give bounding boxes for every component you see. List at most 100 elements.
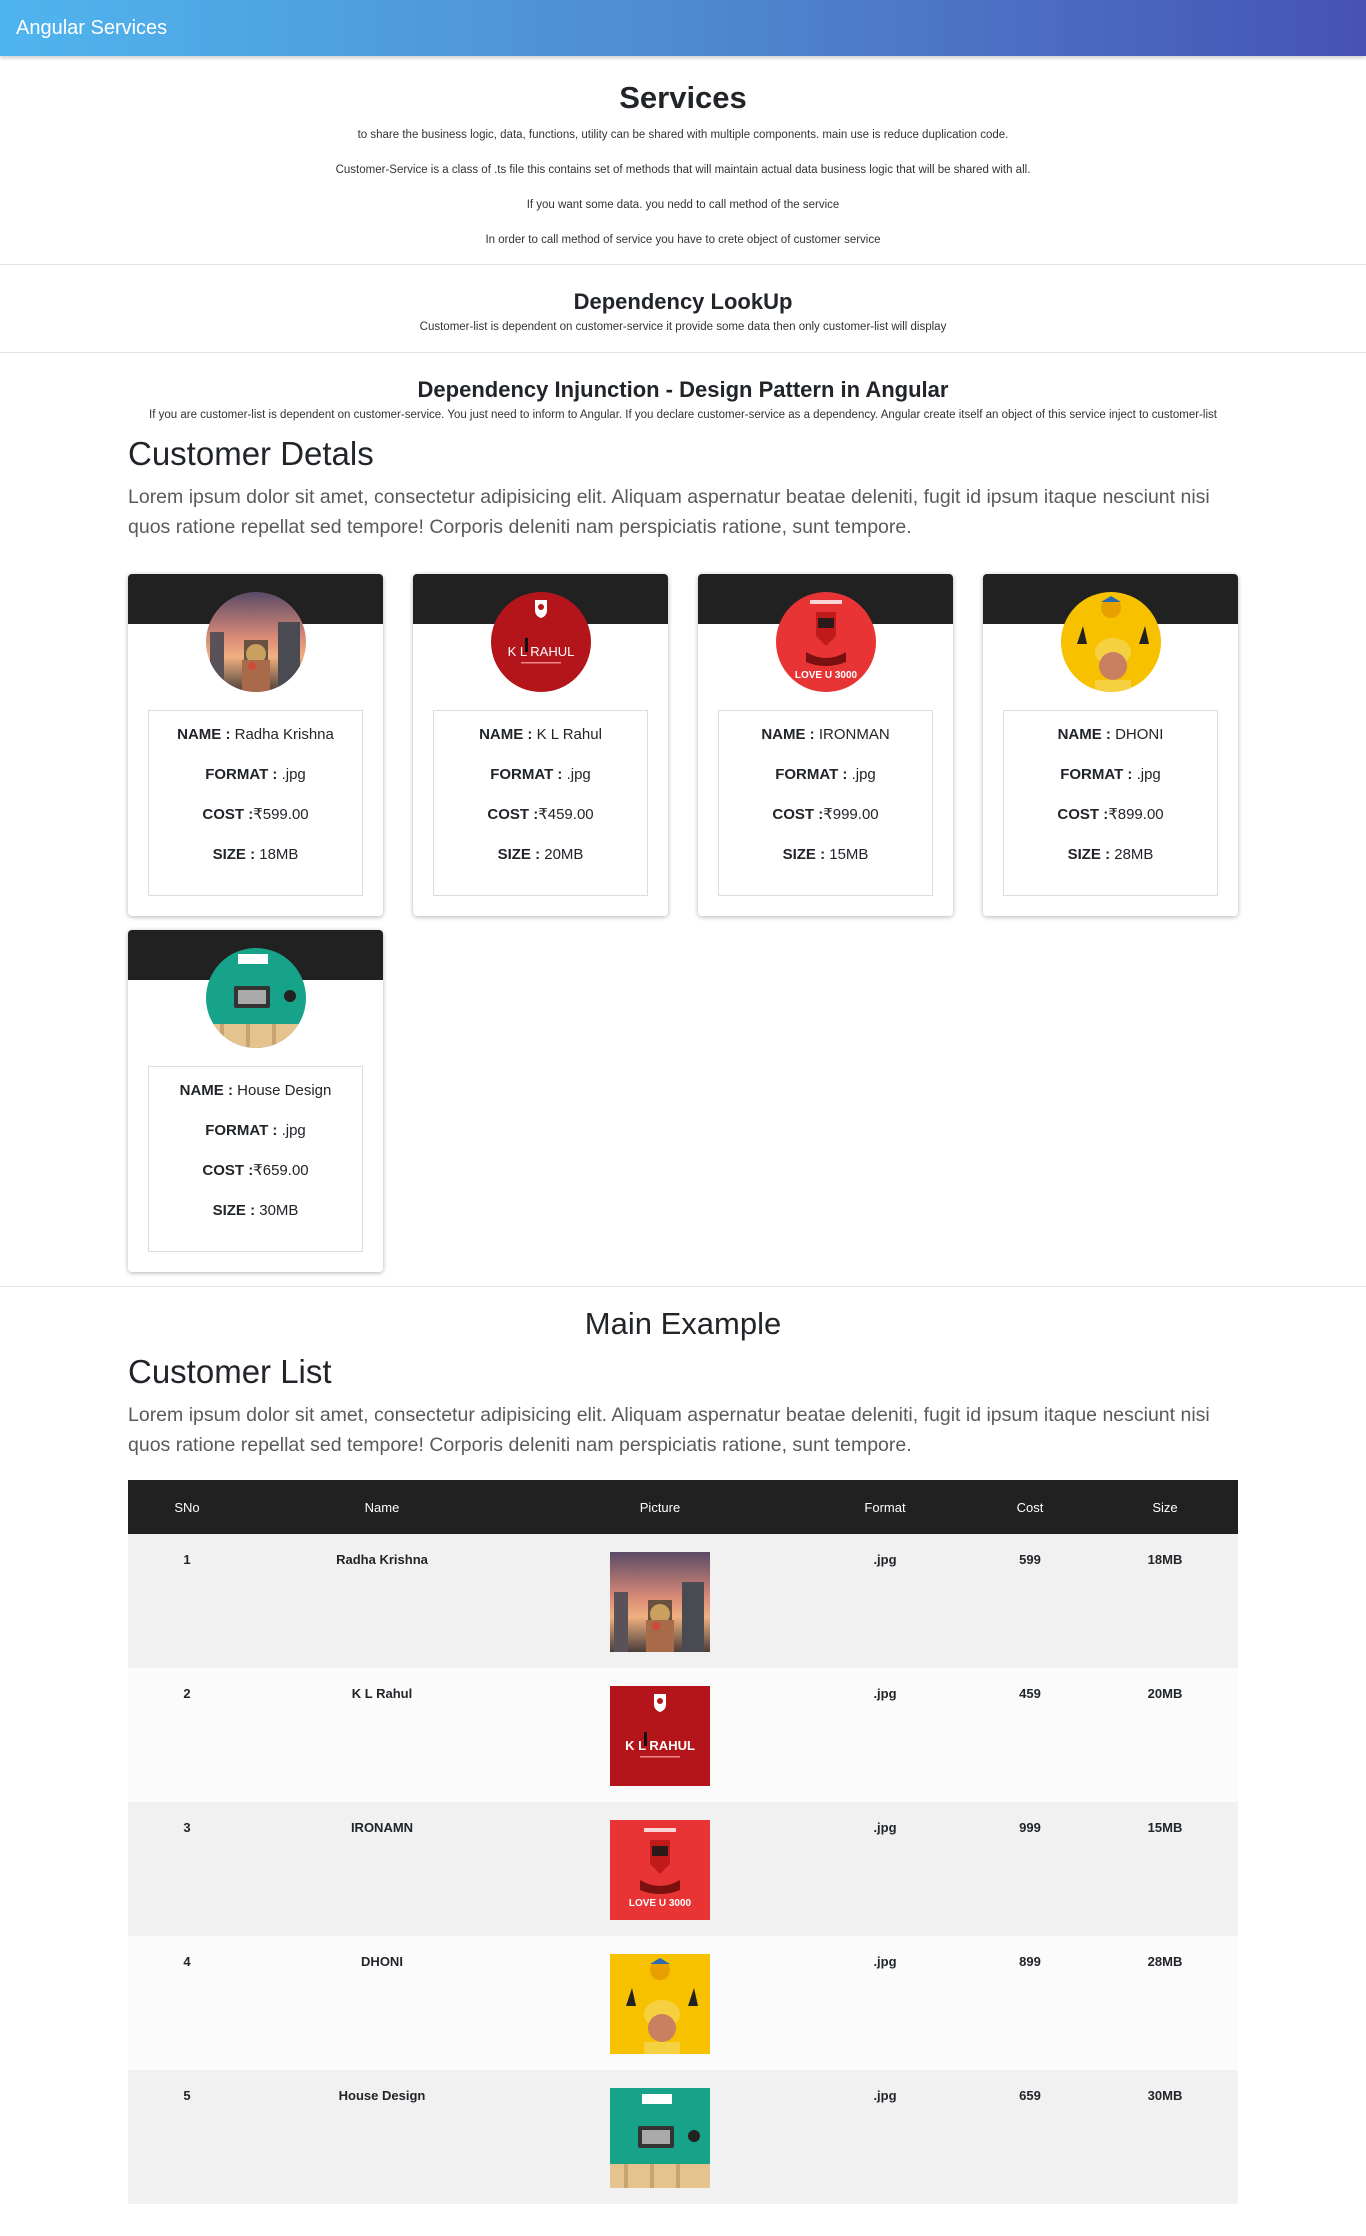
temple-sunset-thumbnail — [610, 1552, 710, 1652]
cell-cost: 899 — [1019, 1954, 1041, 1969]
column-header-name: Name — [246, 1480, 518, 1534]
table-row: 3 IRONAMN LOVE U 3000 .jpg 999 15MB — [128, 1802, 1238, 1936]
temple-sunset-image — [610, 1552, 710, 1652]
name-label: NAME : — [177, 726, 231, 743]
column-header-format: Format — [802, 1480, 968, 1534]
cell-sno: 5 — [183, 2088, 191, 2103]
cost-label: COST : — [487, 806, 539, 823]
customer-list: Customer List Lorem ipsum dolor sit amet… — [128, 1352, 1238, 2204]
cell-picture: LOVE U 3000 — [518, 1802, 802, 1936]
cost-label: COST : — [202, 1162, 254, 1179]
cell-picture — [518, 1534, 802, 1668]
card-format: .jpg — [281, 1122, 306, 1139]
size-label: SIZE : — [782, 846, 826, 863]
column-header-picture: Picture — [518, 1480, 802, 1534]
card-info: NAME : K L Rahul FORMAT : .jpg COST :₹45… — [433, 710, 648, 896]
card-cost: ₹659.00 — [253, 1162, 309, 1179]
name-label: NAME : — [479, 726, 533, 743]
cell-cost: 599 — [1019, 1552, 1041, 1567]
kl-rahul-poster-image: K L RAHUL — [491, 592, 591, 692]
cell-format: .jpg — [873, 1552, 897, 1567]
services-line: In order to call method of service you h… — [485, 234, 881, 246]
card-grid: NAME : Radha Krishna FORMAT : .jpg COST … — [128, 574, 1238, 1272]
cell-cost: 999 — [1019, 1820, 1041, 1835]
cell-size: 30MB — [1147, 2088, 1183, 2103]
cell-picture: K L RAHUL — [518, 1668, 802, 1802]
card-info: NAME : House Design FORMAT : .jpg COST :… — [148, 1066, 363, 1252]
cell-format: .jpg — [873, 1954, 897, 1969]
card-info: NAME : Radha Krishna FORMAT : .jpg COST … — [148, 710, 363, 896]
house-design-thumbnail — [610, 2088, 710, 2188]
cell-picture — [518, 1936, 802, 2070]
format-label: FORMAT : — [1060, 766, 1133, 783]
format-label: FORMAT : — [775, 766, 848, 783]
app-title[interactable]: Angular Services — [16, 17, 167, 40]
cell-format: .jpg — [873, 2088, 897, 2103]
card-size: 18MB — [259, 846, 299, 863]
temple-sunset-avatar — [206, 592, 306, 692]
cost-label: COST : — [772, 806, 824, 823]
kl-rahul-poster-text: K L RAHUL — [625, 1738, 695, 1753]
ironman-avatar: LOVE U 3000 — [776, 592, 876, 692]
size-label: SIZE : — [212, 846, 256, 863]
cell-size: 20MB — [1147, 1686, 1183, 1701]
table-row: 2 K L Rahul K L RAHUL .jpg 459 20MB — [128, 1668, 1238, 1802]
customer-card: NAME : House Design FORMAT : .jpg COST :… — [128, 930, 383, 1272]
cell-size: 15MB — [1147, 1820, 1183, 1835]
cell-format: .jpg — [873, 1686, 897, 1701]
kl-rahul-poster-text: K L RAHUL — [508, 644, 575, 659]
cell-sno: 1 — [183, 1552, 191, 1567]
ironman-love-poster-image: LOVE U 3000 — [610, 1820, 710, 1920]
house-design-avatar — [206, 948, 306, 1048]
cost-label: COST : — [202, 806, 254, 823]
main-example-heading: Main Example — [584, 1306, 782, 1341]
ironman-love-poster-image: LOVE U 3000 — [776, 592, 876, 692]
card-cost: ₹459.00 — [538, 806, 594, 823]
house-design-image — [206, 948, 306, 1048]
cost-label: COST : — [1057, 806, 1109, 823]
cell-cost: 459 — [1019, 1686, 1041, 1701]
card-size: 20MB — [544, 846, 584, 863]
cell-sno: 3 — [183, 1820, 191, 1835]
dhoni-csk-poster-image — [1061, 592, 1161, 692]
card-name: DHONI — [1115, 726, 1164, 743]
customer-list-heading: Customer List — [128, 1353, 332, 1390]
customer-card: NAME : Radha Krishna FORMAT : .jpg COST … — [128, 574, 383, 916]
cell-cost: 659 — [1019, 2088, 1041, 2103]
dhoni-csk-poster-image — [610, 1954, 710, 2054]
cell-size: 18MB — [1147, 1552, 1183, 1567]
card-cost: ₹999.00 — [823, 806, 879, 823]
services-line: to share the business logic, data, funct… — [357, 129, 1009, 141]
customer-list-lead: Lorem ipsum dolor sit amet, consectetur … — [128, 1404, 1210, 1456]
table-row: 1 Radha Krishna .jpg 599 18MB — [128, 1534, 1238, 1668]
cell-name: Radha Krishna — [336, 1552, 428, 1567]
format-label: FORMAT : — [205, 766, 278, 783]
cell-format: .jpg — [873, 1820, 897, 1835]
card-name: K L Rahul — [536, 726, 602, 743]
cell-picture — [518, 2070, 802, 2204]
format-label: FORMAT : — [490, 766, 563, 783]
cell-sno: 2 — [183, 1686, 191, 1701]
love-poster-text: LOVE U 3000 — [629, 1898, 692, 1909]
name-label: NAME : — [1057, 726, 1111, 743]
kl-rahul-thumbnail: K L RAHUL — [610, 1686, 710, 1786]
column-header-size: Size — [1092, 1480, 1238, 1534]
format-label: FORMAT : — [205, 1122, 278, 1139]
love-poster-text: LOVE U 3000 — [795, 670, 858, 681]
card-format: .jpg — [1136, 766, 1161, 783]
temple-sunset-image — [206, 592, 306, 692]
cell-name: House Design — [338, 2088, 426, 2103]
size-label: SIZE : — [497, 846, 541, 863]
services-line: If you want some data. you nedd to call … — [526, 199, 840, 211]
injection-text: If you are customer-list is dependent on… — [149, 409, 1217, 421]
services-line: Customer-Service is a class of .ts file … — [335, 164, 1031, 176]
card-format: .jpg — [281, 766, 306, 783]
cell-name: K L Rahul — [351, 1686, 413, 1701]
main-example-section: Main Example Customer List Lorem ipsum d… — [0, 1287, 1366, 2204]
table-header-row: SNo Name Picture Format Cost Size — [128, 1480, 1238, 1534]
services-heading: Services — [619, 80, 747, 115]
customer-details-lead: Lorem ipsum dolor sit amet, consectetur … — [128, 486, 1210, 538]
card-name: Radha Krishna — [234, 726, 334, 743]
cell-sno: 4 — [183, 1954, 191, 1969]
cell-size: 28MB — [1147, 1954, 1183, 1969]
